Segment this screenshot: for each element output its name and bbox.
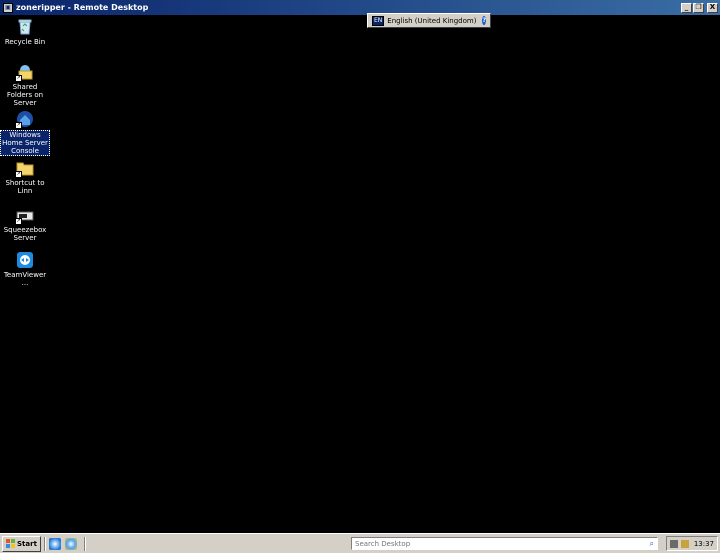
desktop-icon-label: Squeezebox Server xyxy=(3,226,47,242)
volume-icon[interactable] xyxy=(681,539,689,548)
help-icon[interactable]: ? xyxy=(482,16,486,25)
shortcut-arrow-icon: ↗ xyxy=(15,171,22,178)
squeezebox-icon: ↗ xyxy=(15,206,34,225)
home-server-console-icon: ↗ xyxy=(15,110,34,129)
shared-folders-icon: ↗ xyxy=(15,63,34,82)
window-title-bar[interactable]: ▣ zoneripper - Remote Desktop _ ❐ X xyxy=(0,0,720,15)
window-title: zoneripper - Remote Desktop xyxy=(16,3,149,12)
taskbar: Start ⌕ 13:37 xyxy=(0,533,720,553)
desktop-icon-label: TeamViewer ... xyxy=(3,271,47,287)
desktop-icon-home-server-console[interactable]: ↗ Windows Home Server Console xyxy=(0,110,50,156)
desktop[interactable]: Recycle Bin ↗ Shared Folders on Server ↗… xyxy=(0,15,720,533)
windows-logo-icon xyxy=(6,539,15,548)
show-desktop-icon[interactable] xyxy=(48,537,61,550)
language-code[interactable]: EN xyxy=(372,15,385,26)
search-input[interactable] xyxy=(352,538,638,549)
search-desktop-box[interactable]: ⌕ xyxy=(351,537,658,550)
desktop-icon-teamviewer[interactable]: TeamViewer ... xyxy=(0,251,50,287)
recycle-bin-icon xyxy=(16,18,34,36)
desktop-icon-squeezebox-server[interactable]: ↗ Squeezebox Server xyxy=(0,206,50,242)
shortcut-arrow-icon: ↗ xyxy=(15,218,22,225)
minimize-button[interactable]: _ xyxy=(681,2,692,13)
restore-button[interactable]: ❐ xyxy=(693,2,704,13)
desktop-icon-recycle-bin[interactable]: Recycle Bin xyxy=(0,18,50,46)
clock[interactable]: 13:37 xyxy=(694,540,714,548)
options-chevron-icon[interactable]: ▾ xyxy=(495,18,498,24)
language-bar[interactable]: EN English (United Kingdom) ? ▾ xyxy=(367,13,498,28)
internet-explorer-icon[interactable] xyxy=(64,537,77,550)
teamviewer-icon xyxy=(16,251,34,269)
divider xyxy=(83,536,86,551)
shortcut-arrow-icon: ↗ xyxy=(15,75,22,82)
desktop-icon-shortcut-to-linn[interactable]: ↗ Shortcut to Linn xyxy=(0,159,50,195)
desktop-icon-label: Shared Folders on Server xyxy=(6,83,44,107)
folder-icon: ↗ xyxy=(15,159,34,178)
desktop-icon-label: Recycle Bin xyxy=(4,38,46,46)
system-tray: 13:37 xyxy=(666,536,718,551)
desktop-icon-label: Windows Home Server Console xyxy=(0,130,50,156)
shortcut-arrow-icon: ↗ xyxy=(15,122,22,129)
desktop-icon-shared-folders[interactable]: ↗ Shared Folders on Server xyxy=(0,63,50,107)
search-icon[interactable]: ⌕ xyxy=(650,539,654,549)
remote-desktop-icon: ▣ xyxy=(3,2,13,13)
close-button[interactable]: X xyxy=(707,2,718,13)
divider xyxy=(43,536,46,551)
language-name[interactable]: English (United Kingdom) xyxy=(387,17,476,25)
tray-app-icon[interactable] xyxy=(670,539,678,548)
start-button[interactable]: Start xyxy=(2,535,41,552)
desktop-icon-label: Shortcut to Linn xyxy=(5,179,45,195)
start-label: Start xyxy=(17,539,37,548)
